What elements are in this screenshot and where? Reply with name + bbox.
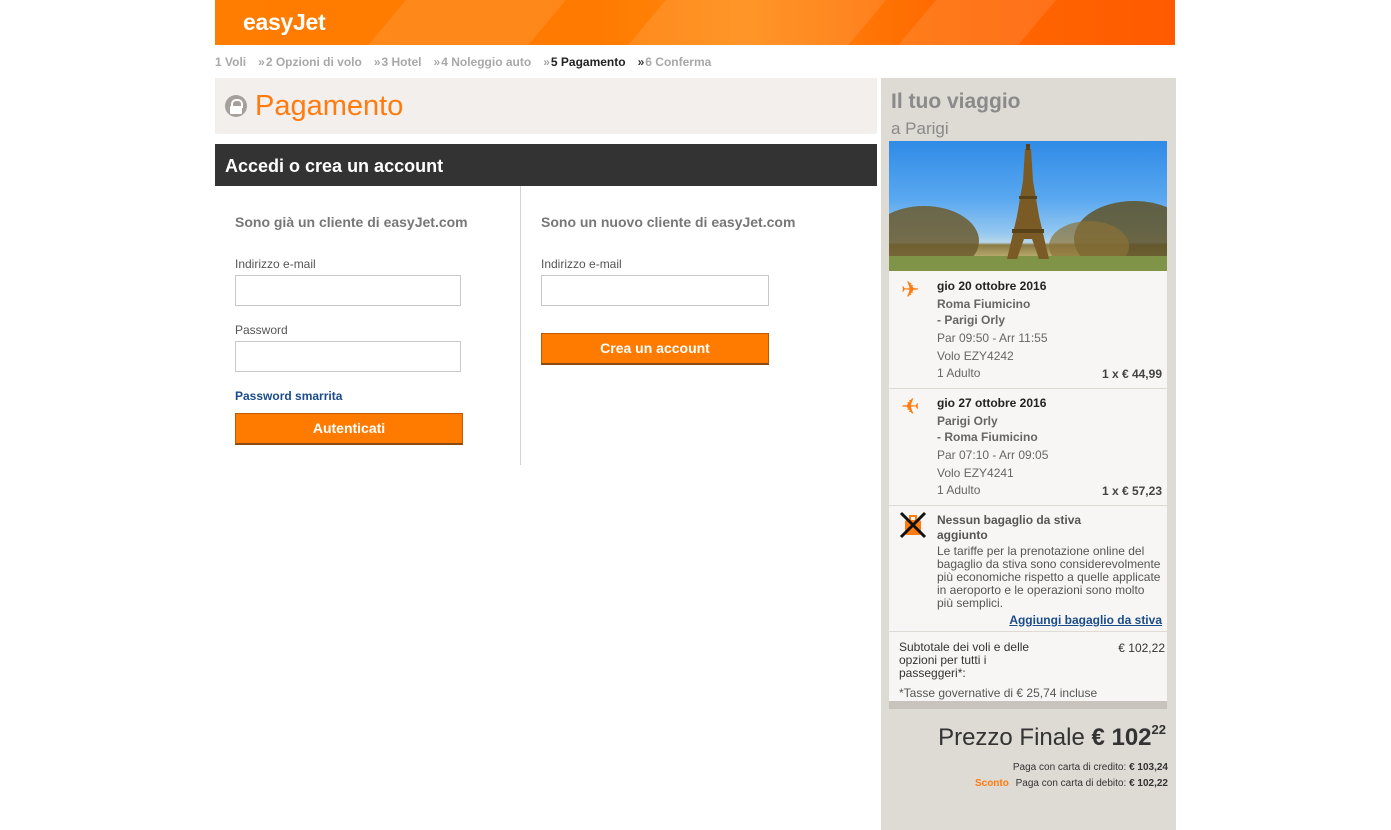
booking-steps: 1 Voli » 2 Opzioni di volo » 3 Hotel » 4…: [215, 55, 711, 69]
login-password-label: Password: [235, 323, 288, 337]
eiffel-tower-image: [889, 144, 1167, 271]
plane-return-icon: ✈: [901, 394, 920, 419]
easyjet-logo[interactable]: easyJet: [243, 9, 326, 36]
chevron-double-icon: »: [433, 55, 440, 69]
chevron-double-icon: »: [543, 55, 549, 69]
header-decoration: [877, 0, 1073, 45]
trip-destination: a Parigi: [891, 119, 949, 138]
taxes-note: *Tasse governative di € 25,74 incluse: [899, 686, 1098, 700]
header-decoration: [607, 0, 903, 45]
final-price: Prezzo Finale € 10222: [938, 722, 1166, 752]
subtotal-label: Subtotale dei voli e delle opzioni per t…: [899, 640, 1030, 680]
return-to: - Roma Fiumicino: [937, 430, 1038, 444]
return-date: gio 27 ottobre 2016: [937, 396, 1047, 410]
plane-outbound-icon: ✈: [901, 277, 920, 302]
add-baggage-link[interactable]: Aggiungi bagaglio da stiva: [1009, 613, 1162, 627]
outbound-passengers: 1 Adulto: [937, 366, 981, 380]
section-title: Accedi o crea un account: [225, 156, 444, 176]
chevron-double-icon: »: [258, 55, 264, 69]
baggage-description: Le tariffe per la prenotazione online de…: [937, 544, 1161, 610]
page-title-bar: Pagamento: [215, 78, 877, 134]
outbound-date: gio 20 ottobre 2016: [937, 279, 1047, 293]
debit-card-label: Paga con carta di debito:: [1015, 778, 1127, 789]
register-email-label: Indirizzo e-mail: [541, 257, 622, 271]
final-price-cents: 22: [1151, 722, 1166, 737]
login-heading: Sono già un cliente di easyJet.com: [235, 214, 468, 230]
return-price: 1 x € 57,23: [1101, 484, 1162, 498]
outbound-flight-card: ✈ gio 20 ottobre 2016 Roma Fiumicino - P…: [889, 271, 1167, 388]
baggage-card: Nessun bagaglio da stiva aggiunto Le tar…: [889, 506, 1167, 631]
step-opzioni-di-volo[interactable]: 2 Opzioni di volo: [266, 55, 362, 69]
outbound-to: - Parigi Orly: [937, 313, 1006, 327]
login-password-input[interactable]: [235, 341, 461, 372]
divider: [889, 701, 1167, 709]
header-decoration: [347, 0, 583, 45]
credit-card-value: € 103,24: [1129, 762, 1168, 773]
return-flight-card: ✈ gio 27 ottobre 2016 Parigi Orly - Roma…: [889, 389, 1167, 505]
login-panel: Sono già un cliente di easyJet.com Indir…: [215, 186, 521, 465]
destination-photo: [889, 141, 1167, 271]
debit-card-value: € 102,22: [1129, 778, 1168, 789]
return-flight-number: Volo EZY4241: [937, 466, 1014, 480]
outbound-from: Roma Fiumicino: [937, 297, 1031, 311]
subtotal-card: Subtotale dei voli e delle opzioni per t…: [889, 632, 1167, 701]
step-voli[interactable]: 1 Voli: [215, 55, 246, 69]
final-price-label: Prezzo Finale: [938, 724, 1085, 751]
no-baggage-icon: [899, 511, 927, 539]
section-header: Accedi o crea un account: [215, 144, 877, 186]
discount-tag: Sconto: [974, 778, 1009, 789]
trip-title: Il tuo viaggio: [891, 90, 1021, 113]
step-noleggio-auto[interactable]: 4 Noleggio auto: [441, 55, 531, 69]
return-times: Par 07:10 - Arr 09:05: [937, 448, 1049, 462]
create-account-button[interactable]: Crea un account: [541, 333, 769, 365]
login-email-input[interactable]: [235, 275, 461, 306]
lock-icon: [225, 95, 247, 117]
credit-card-label: Paga con carta di credito:: [1012, 762, 1127, 773]
page-title: Pagamento: [255, 90, 404, 122]
return-from: Parigi Orly: [937, 414, 998, 428]
step-conferma: 6 Conferma: [645, 55, 712, 69]
forgot-password-link[interactable]: Password smarrita: [235, 389, 342, 403]
outbound-price: 1 x € 44,99: [1101, 367, 1162, 381]
login-button[interactable]: Autenticati: [235, 413, 463, 445]
outbound-times: Par 09:50 - Arr 11:55: [937, 331, 1048, 345]
final-price-amount: € 102: [1091, 724, 1152, 751]
chevron-double-icon: »: [373, 55, 380, 69]
return-passengers: 1 Adulto: [937, 483, 981, 497]
credit-card-price: Paga con carta di credito: € 103,24: [1013, 762, 1168, 773]
step-pagamento: 5 Pagamento: [550, 55, 626, 69]
subtotal-value: € 102,22: [1118, 641, 1165, 655]
debit-card-price: Sconto Paga con carta di debito: € 102,2…: [975, 778, 1168, 789]
chevron-double-icon: »: [637, 55, 644, 69]
site-header: easyJet: [215, 0, 1175, 45]
register-heading: Sono un nuovo cliente di easyJet.com: [541, 214, 796, 230]
login-email-label: Indirizzo e-mail: [235, 257, 316, 271]
step-hotel[interactable]: 3 Hotel: [382, 55, 422, 69]
trip-summary-sidebar: Il tuo viaggio a Parigi ✈ gio 20 ottobre…: [881, 78, 1176, 830]
outbound-flight-number: Volo EZY4242: [937, 349, 1014, 363]
baggage-title: Nessun bagaglio da stiva aggiunto: [937, 513, 1082, 542]
register-email-input[interactable]: [541, 275, 769, 306]
